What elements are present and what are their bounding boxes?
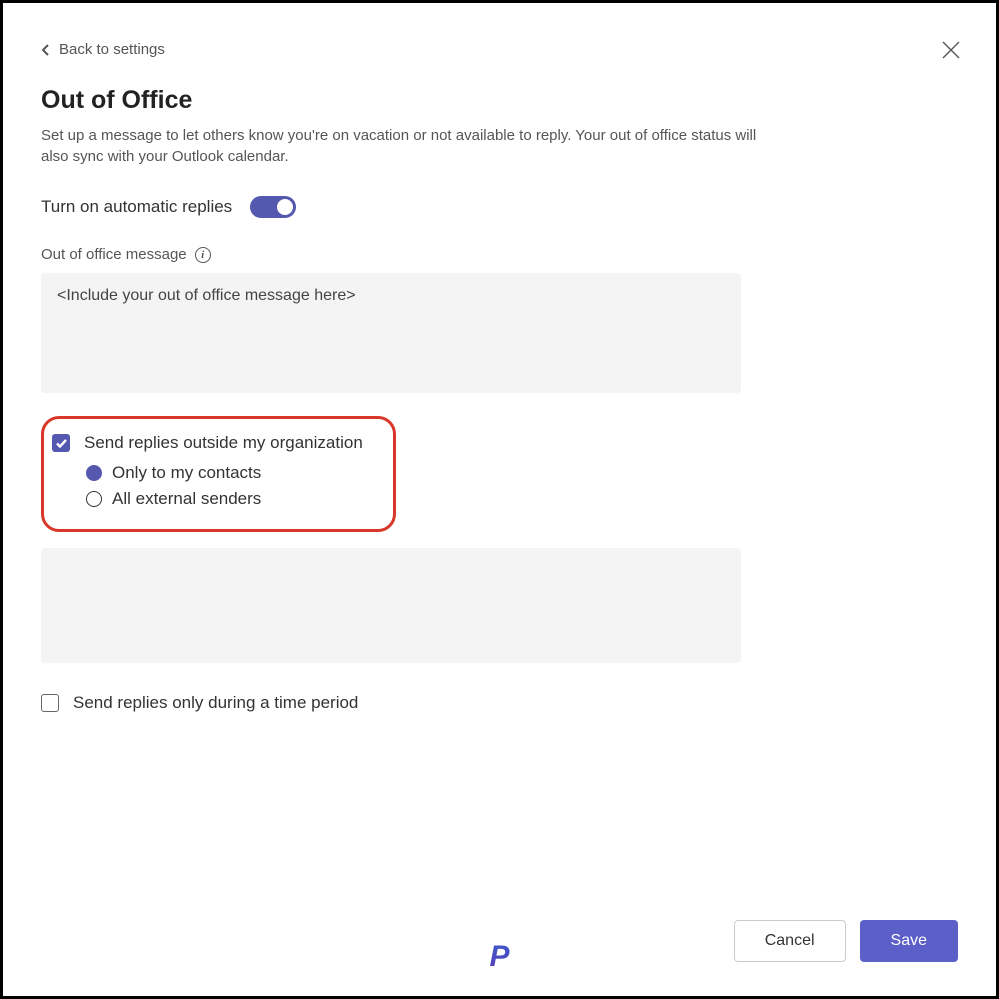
- external-replies-highlight: Send replies outside my organization Onl…: [41, 416, 396, 532]
- radio-selected-icon: [86, 465, 102, 481]
- watermark-logo: P: [489, 940, 509, 974]
- message-label: Out of office message: [41, 246, 187, 263]
- out-of-office-message-input[interactable]: [41, 273, 741, 393]
- page-title: Out of Office: [41, 86, 958, 115]
- page-description: Set up a message to let others know you'…: [41, 125, 781, 169]
- info-icon[interactable]: i: [195, 247, 211, 263]
- external-message-input[interactable]: [41, 548, 741, 663]
- close-button[interactable]: [940, 39, 962, 61]
- dialog-footer: Cancel Save: [734, 920, 958, 962]
- automatic-replies-label: Turn on automatic replies: [41, 197, 232, 217]
- send-external-label: Send replies outside my organization: [84, 433, 363, 453]
- external-scope-radiogroup: Only to my contacts All external senders: [86, 463, 363, 509]
- chevron-left-icon: [41, 43, 51, 57]
- radio-all-external-label: All external senders: [112, 489, 261, 509]
- close-icon: [940, 39, 962, 61]
- back-to-settings-link[interactable]: Back to settings: [41, 41, 165, 58]
- check-icon: [56, 439, 67, 448]
- send-external-checkbox[interactable]: [52, 434, 70, 452]
- radio-only-contacts[interactable]: Only to my contacts: [86, 463, 363, 483]
- automatic-replies-toggle[interactable]: [250, 196, 296, 218]
- radio-all-external[interactable]: All external senders: [86, 489, 363, 509]
- cancel-button[interactable]: Cancel: [734, 920, 846, 962]
- time-period-checkbox[interactable]: [41, 694, 59, 712]
- time-period-label: Send replies only during a time period: [73, 693, 358, 713]
- toggle-knob: [277, 199, 293, 215]
- out-of-office-dialog: Back to settings Out of Office Set up a …: [0, 0, 999, 999]
- back-label: Back to settings: [59, 41, 165, 58]
- save-button[interactable]: Save: [860, 920, 958, 962]
- radio-only-contacts-label: Only to my contacts: [112, 463, 261, 483]
- radio-unselected-icon: [86, 491, 102, 507]
